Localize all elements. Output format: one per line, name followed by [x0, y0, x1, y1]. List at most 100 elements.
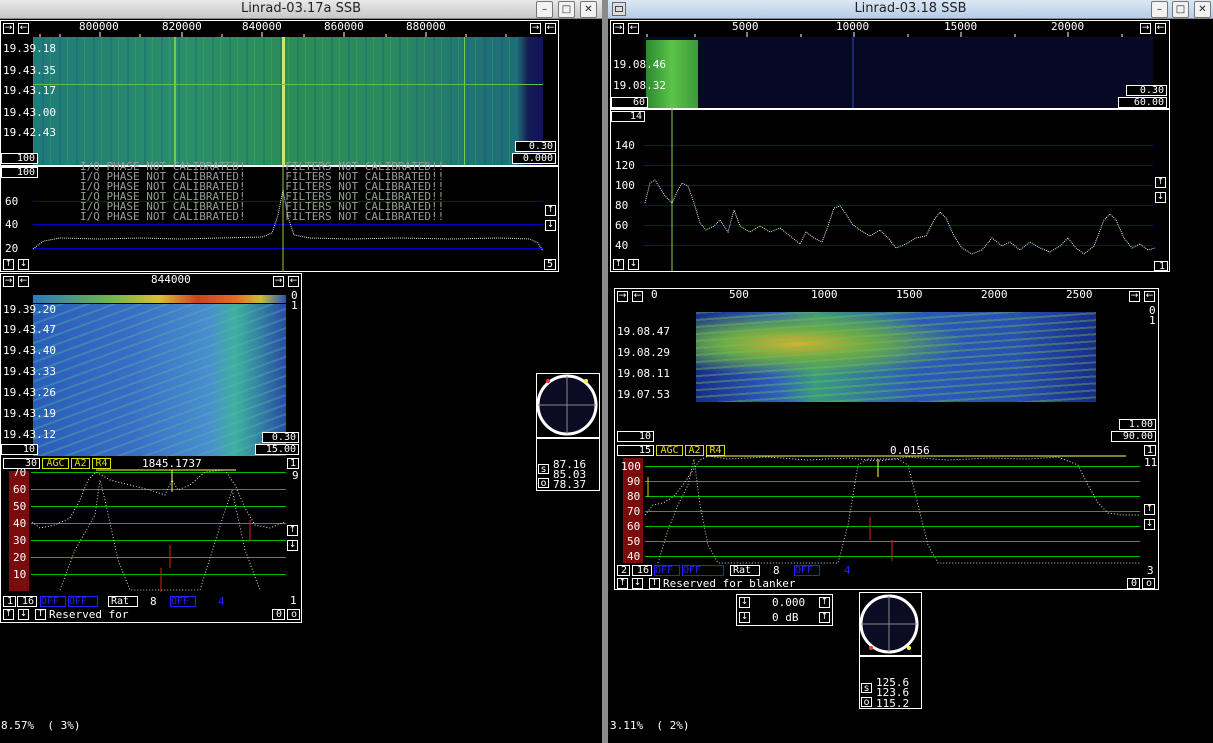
main-waterfall[interactable] [643, 37, 1153, 108]
maximize-button[interactable]: □ [1172, 1, 1189, 18]
spec-down-button[interactable]: ↓ [1155, 192, 1166, 203]
bb-time-label: 19.43.26 [3, 386, 56, 399]
wf-offset-box[interactable]: 60.00 [1118, 97, 1167, 108]
bb-freq-tick: 1500 [896, 288, 923, 301]
bb-offset-box[interactable]: 15.00 [255, 444, 299, 455]
wf-avg-box[interactable]: 100 [1, 153, 38, 164]
off-button[interactable]: OFF [170, 596, 196, 607]
gain-down-button[interactable]: ↓ [739, 597, 750, 608]
bottom-num-box[interactable]: 16 [17, 596, 37, 607]
right-titlebar[interactable]: Linrad-03.18 SSB – □ ✕ [608, 0, 1213, 19]
rat-label[interactable]: Rat [730, 565, 760, 576]
bb-gain-box[interactable]: 0.30 [262, 432, 299, 443]
bb-scroll-left-end-button[interactable]: ← [288, 276, 299, 287]
spec-up-button[interactable]: ↑ [545, 205, 556, 216]
bb-freq-tick: 500 [729, 288, 749, 301]
off-value: 4 [844, 564, 851, 577]
bfo-down-button[interactable]: ↓ [1144, 519, 1155, 530]
spec-up-button[interactable]: ↑ [1155, 177, 1166, 188]
wf-gain-box[interactable]: 0.30 [1126, 85, 1167, 96]
spec-down-button-2[interactable]: ↓ [18, 259, 29, 270]
bfo-spectrum-trace[interactable] [608, 445, 1158, 575]
bottom-num-box[interactable]: 2 [617, 565, 630, 576]
rat-label[interactable]: Rat [108, 596, 138, 607]
off-button[interactable]: OFF [40, 596, 66, 607]
wf-time-label: 19.42.43 [3, 126, 56, 139]
off-button[interactable]: OFF [682, 565, 724, 576]
bfo-down-button[interactable]: ↓ [287, 540, 298, 551]
bb-avg-box[interactable]: 10 [617, 431, 654, 442]
off-button[interactable]: OFF [794, 565, 820, 576]
volume-db: 0 dB [772, 611, 799, 624]
spec-down-button-2[interactable]: ↓ [628, 259, 639, 270]
bottom-up-button[interactable]: ↑ [617, 578, 628, 589]
bottom-up-button[interactable]: ↑ [3, 609, 14, 620]
maximize-button[interactable]: □ [558, 1, 575, 18]
bb-scroll-right-button[interactable]: → [3, 276, 14, 287]
left-titlebar[interactable]: Linrad-03.17a SSB – □ ✕ [0, 0, 602, 19]
bb-time-label: 19.43.12 [3, 428, 56, 441]
bb-scroll-left-button[interactable]: ← [18, 276, 29, 287]
bottom-t-button[interactable]: T [35, 609, 46, 620]
baseband-waterfall[interactable] [33, 304, 286, 456]
bb-gain-box[interactable]: 1.00 [1119, 419, 1156, 430]
meter-s-label: s [538, 464, 549, 475]
waterfall-line [174, 37, 176, 165]
wf-time-label: 19.39.18 [3, 42, 56, 55]
bb-avg-box[interactable]: 10 [1, 444, 38, 455]
zero-box[interactable]: 0 [272, 609, 285, 620]
bb-time-label: 19.43.19 [3, 407, 56, 420]
zero-box[interactable]: 0 [1127, 578, 1140, 589]
volume-down-button[interactable]: ↓ [739, 612, 750, 623]
bb-scroll-left-button[interactable]: ← [632, 291, 643, 302]
wf-avg-box[interactable]: 60 [611, 97, 648, 108]
main-spectrum-trace[interactable] [610, 108, 1170, 273]
waterfall-signal-line [282, 37, 285, 165]
close-button[interactable]: ✕ [1194, 1, 1211, 18]
bb-offset-box[interactable]: 90.00 [1111, 431, 1156, 442]
bb-scroll-right-end-button[interactable]: → [1129, 291, 1140, 302]
bb-scroll-left-end-button[interactable]: ← [1144, 291, 1155, 302]
spec-down-button[interactable]: ↓ [545, 220, 556, 231]
bfo-spectrum-trace[interactable] [0, 460, 302, 600]
volume-up-button[interactable]: ↑ [819, 612, 830, 623]
wf-time-label: 19.08.46 [613, 58, 666, 71]
bb-time-label: 19.08.11 [617, 367, 670, 380]
bb-time-label: 19.43.33 [3, 365, 56, 378]
o-box[interactable]: o [287, 609, 300, 620]
spec-zoom-box[interactable]: 1 [1154, 261, 1168, 272]
baseband-waterfall[interactable] [696, 312, 1096, 402]
bottom-num-box[interactable]: 1 [3, 596, 16, 607]
main-waterfall[interactable] [33, 37, 543, 165]
gain-up-button[interactable]: ↑ [819, 597, 830, 608]
minimize-button[interactable]: – [536, 1, 553, 18]
bottom-t-button[interactable]: T [649, 578, 660, 589]
cpu-status: 8.57% ( 3%) [1, 719, 81, 732]
main-spectrum-trace[interactable] [0, 165, 559, 275]
wf-time-label: 19.43.00 [3, 106, 56, 119]
minimize-button[interactable]: – [1151, 1, 1168, 18]
meter-divider [536, 437, 600, 439]
off-button[interactable]: OFF [68, 596, 98, 607]
bb-scroll-right-end-button[interactable]: → [273, 276, 284, 287]
bb-scroll-right-button[interactable]: → [617, 291, 628, 302]
wf-gain-box[interactable]: 0.30 [515, 141, 556, 152]
bfo-up-button[interactable]: ↑ [287, 525, 298, 536]
close-button[interactable]: ✕ [580, 1, 597, 18]
meter-o-value: 115.2 [876, 697, 910, 710]
wf-time-label: 19.08.32 [613, 79, 666, 92]
bottom-down-button[interactable]: ↓ [632, 578, 643, 589]
spec-up-button-2[interactable]: ↑ [613, 259, 624, 270]
bottom-down-button[interactable]: ↓ [18, 609, 29, 620]
spec-up-button-2[interactable]: ↑ [3, 259, 14, 270]
linrad-left-window: Linrad-03.17a SSB – □ ✕ → ← → ← 800000 8… [0, 0, 602, 743]
bottom-num-box[interactable]: 16 [632, 565, 652, 576]
bfo-up-button[interactable]: ↑ [1144, 504, 1155, 515]
waterfall-line [852, 37, 854, 108]
o-box[interactable]: o [1142, 578, 1155, 589]
spec-zoom-box[interactable]: 5 [544, 259, 556, 270]
waterfall-line [33, 84, 543, 85]
off-button[interactable]: OFF [654, 565, 680, 576]
wf-offset-box[interactable]: 0.000 [512, 153, 556, 164]
waterfall-line [464, 37, 465, 165]
